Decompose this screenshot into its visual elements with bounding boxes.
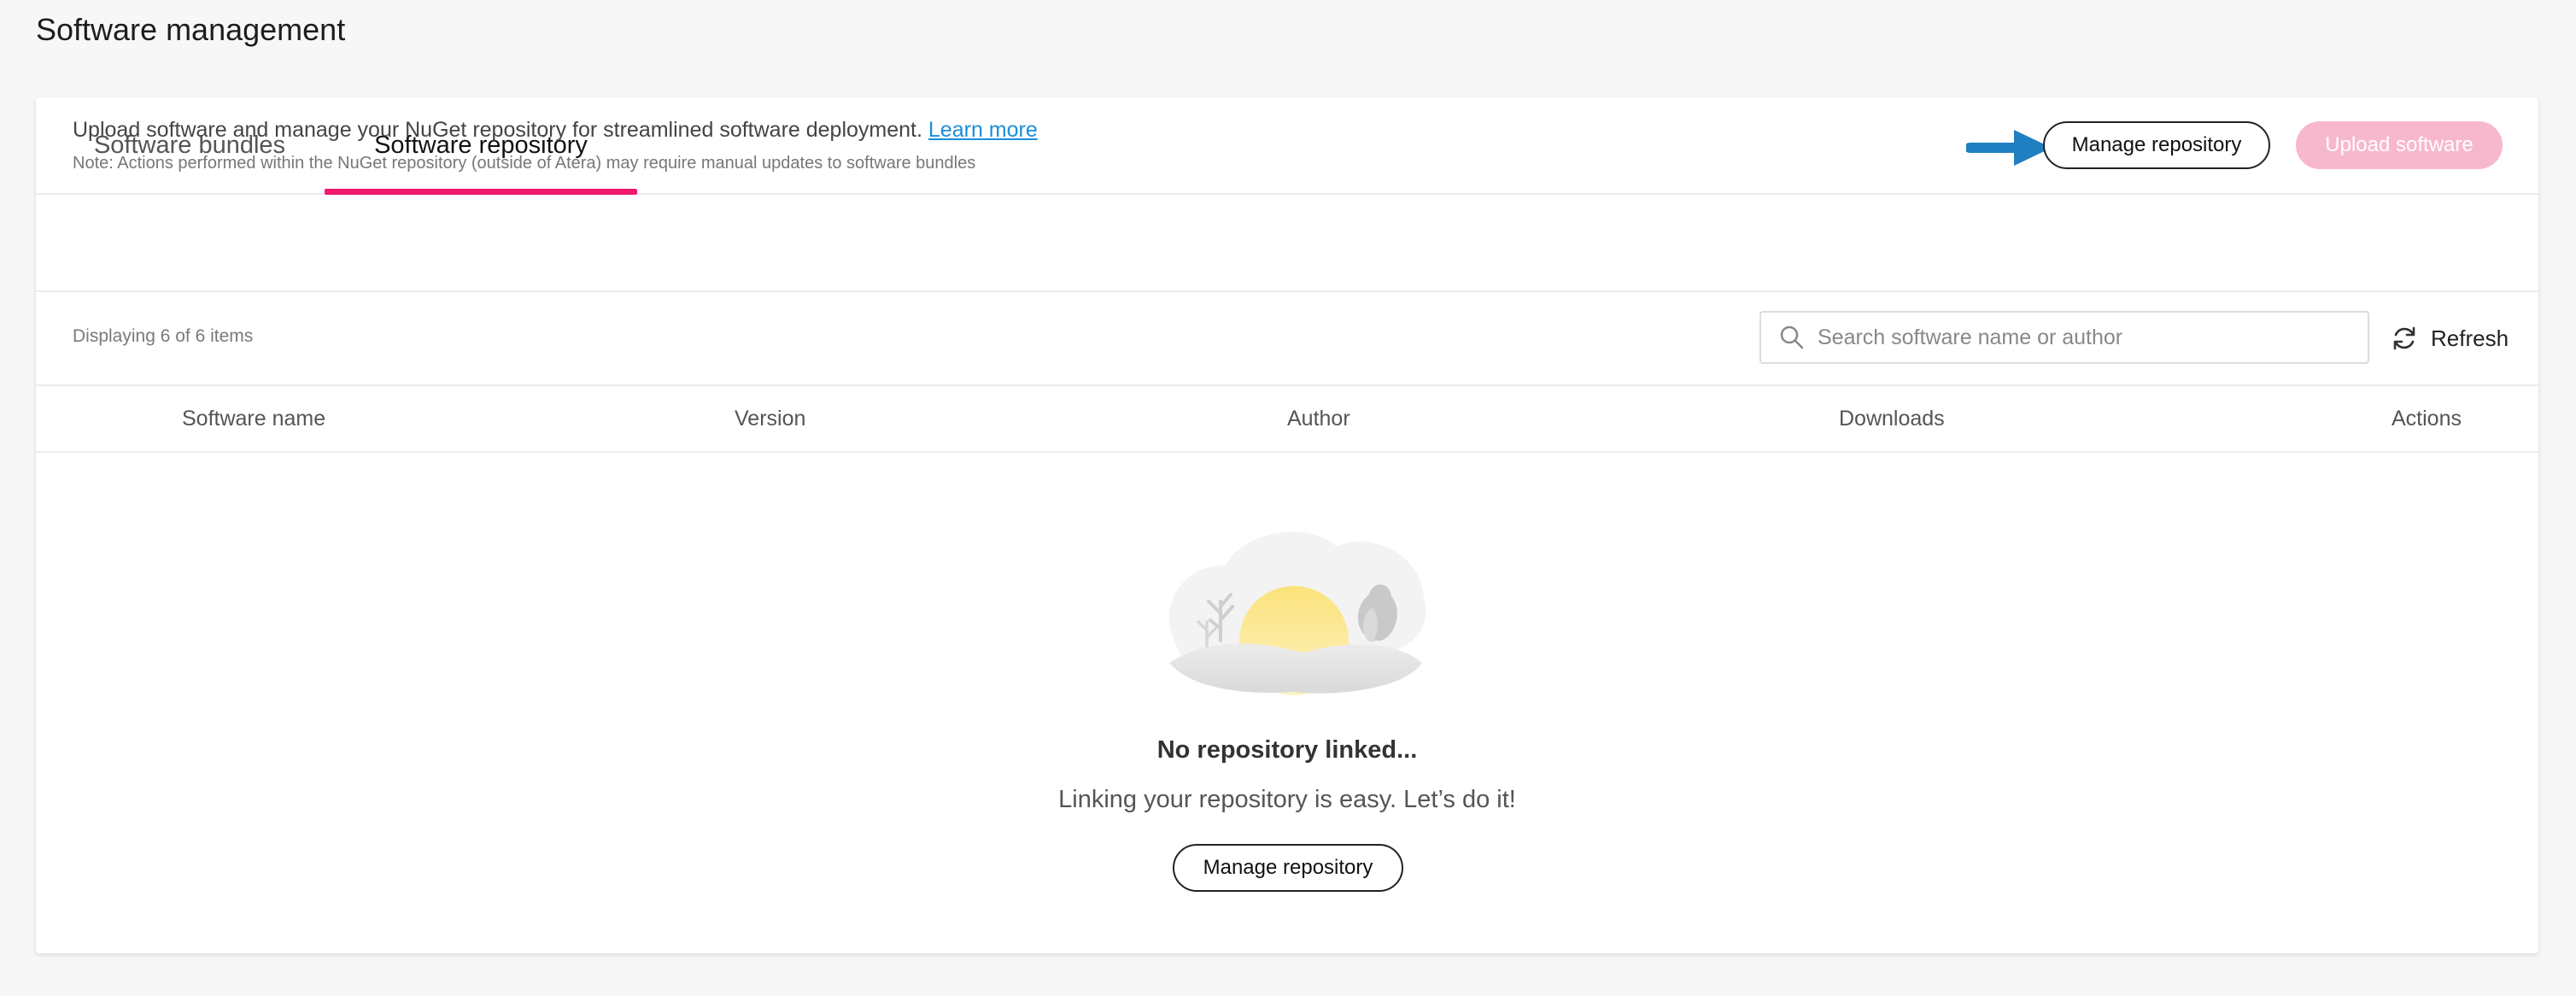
learn-more-link[interactable]: Learn more	[928, 118, 1038, 142]
empty-state-manage-repository-button[interactable]: Manage repository	[1173, 844, 1403, 892]
column-author[interactable]: Author	[1287, 407, 1350, 431]
info-row	[36, 195, 2538, 292]
upload-software-button[interactable]: Upload software	[2296, 121, 2503, 169]
page-title: Software management	[36, 12, 346, 47]
empty-state-title: No repository linked...	[1156, 736, 1418, 764]
empty-state-subtitle: Linking your repository is easy. Let’s d…	[1058, 786, 1516, 813]
description-text: Upload software and manage your NuGet re…	[73, 118, 922, 142]
items-count: Displaying 6 of 6 items	[73, 326, 254, 346]
main-card: Software bundles Software repository Upl…	[36, 97, 2538, 953]
column-downloads: Downloads	[1839, 407, 1945, 431]
empty-state-illustration	[1168, 531, 1426, 695]
column-actions: Actions	[2392, 407, 2462, 431]
refresh-label: Refresh	[2431, 325, 2509, 351]
search-input[interactable]	[1816, 324, 2349, 351]
tab-software-bundles[interactable]: Software bundles	[61, 97, 318, 193]
info-note: Note: Actions performed within the NuGet…	[73, 154, 976, 173]
tab-software-repository[interactable]: Software repository	[325, 97, 637, 195]
info-description: Upload software and manage your NuGet re…	[73, 118, 1038, 143]
column-version[interactable]: Version	[735, 407, 805, 431]
column-software-name[interactable]: Software name	[182, 407, 325, 431]
refresh-icon	[2393, 326, 2415, 350]
manage-repository-button[interactable]: Manage repository	[2043, 121, 2270, 169]
table-header: Software name Version Author Downloads A…	[36, 384, 2538, 453]
search-icon	[1780, 325, 1804, 349]
refresh-button[interactable]: Refresh	[2390, 321, 2509, 355]
search-box[interactable]	[1759, 311, 2369, 364]
